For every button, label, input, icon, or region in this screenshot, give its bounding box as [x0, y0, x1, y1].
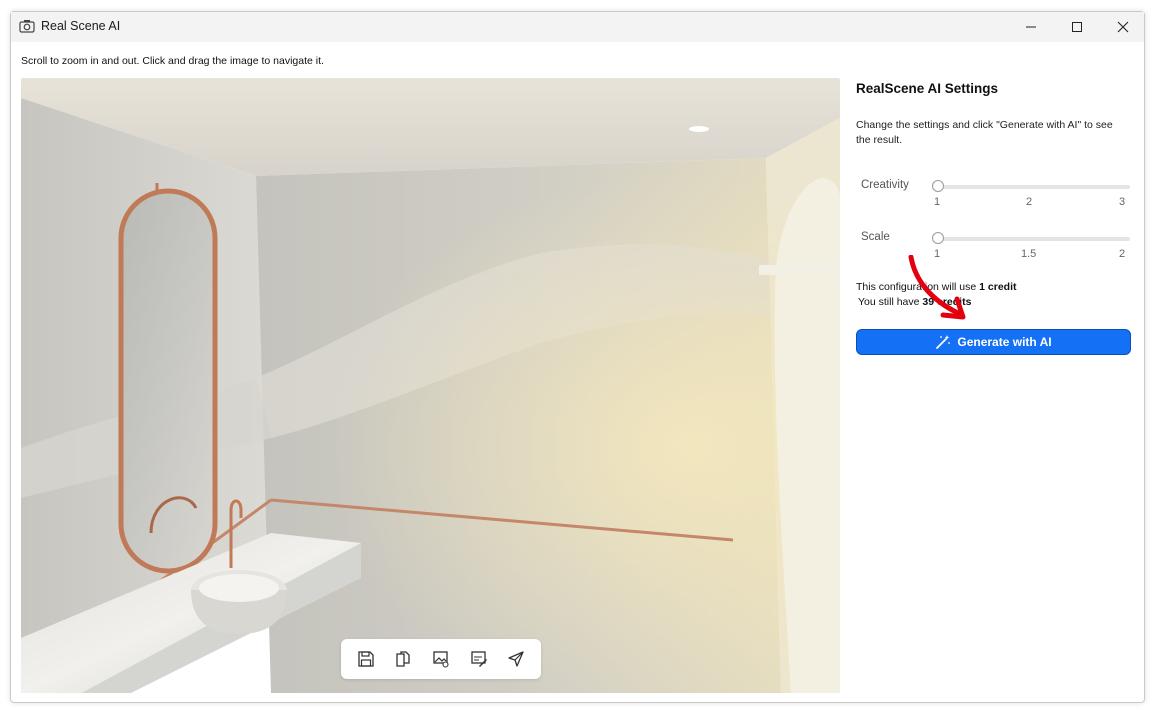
send-button[interactable] — [503, 646, 529, 672]
camera-icon — [19, 20, 35, 33]
maximize-icon — [1072, 22, 1082, 32]
minimize-button[interactable] — [1008, 12, 1054, 42]
settings-description: Change the settings and click "Generate … — [856, 119, 1113, 146]
copy-button[interactable] — [390, 646, 416, 672]
image-settings-icon — [433, 651, 449, 668]
scale-tick-max: 2 — [1119, 248, 1126, 260]
scale-slider[interactable] — [932, 232, 1130, 244]
creativity-tick-max: 3 — [1119, 196, 1126, 208]
magic-wand-icon — [936, 335, 951, 349]
generate-button-label: Generate with AI — [957, 335, 1052, 349]
title-bar[interactable]: Real Scene AI — [11, 12, 1144, 42]
app-window: Real Scene AI Scroll to zoom in and out.… — [10, 11, 1145, 703]
scale-slider-thumb[interactable] — [932, 232, 944, 244]
image-settings-button[interactable] — [428, 646, 454, 672]
save-button[interactable] — [353, 646, 379, 672]
maximize-button[interactable] — [1054, 12, 1100, 42]
edit-image-button[interactable] — [466, 646, 492, 672]
minimize-icon — [1026, 26, 1036, 28]
close-button[interactable] — [1100, 12, 1146, 42]
creativity-tick-min: 1 — [934, 196, 941, 208]
credit-usage-amount: 1 credit — [979, 281, 1017, 293]
save-icon — [358, 651, 374, 667]
settings-title: RealScene AI Settings — [856, 81, 999, 96]
send-icon — [508, 651, 524, 667]
image-toolbar — [341, 639, 541, 679]
window-title: Real Scene AI — [41, 19, 121, 33]
image-viewer[interactable] — [21, 78, 840, 693]
copy-icon — [396, 651, 410, 667]
navigation-hint: Scroll to zoom in and out. Click and dra… — [21, 55, 324, 67]
scale-label: Scale — [861, 231, 890, 243]
creativity-label: Creativity — [861, 179, 909, 191]
creativity-tick-mid: 2 — [1026, 196, 1033, 208]
bathroom-render — [21, 78, 840, 693]
edit-image-icon — [470, 651, 487, 667]
generate-with-ai-button[interactable]: Generate with AI — [856, 329, 1131, 355]
creativity-slider-thumb[interactable] — [932, 180, 944, 192]
scale-tick-mid: 1.5 — [1021, 248, 1037, 260]
annotation-arrow — [908, 255, 966, 320]
close-icon — [1117, 21, 1129, 33]
creativity-slider[interactable] — [932, 180, 1130, 192]
